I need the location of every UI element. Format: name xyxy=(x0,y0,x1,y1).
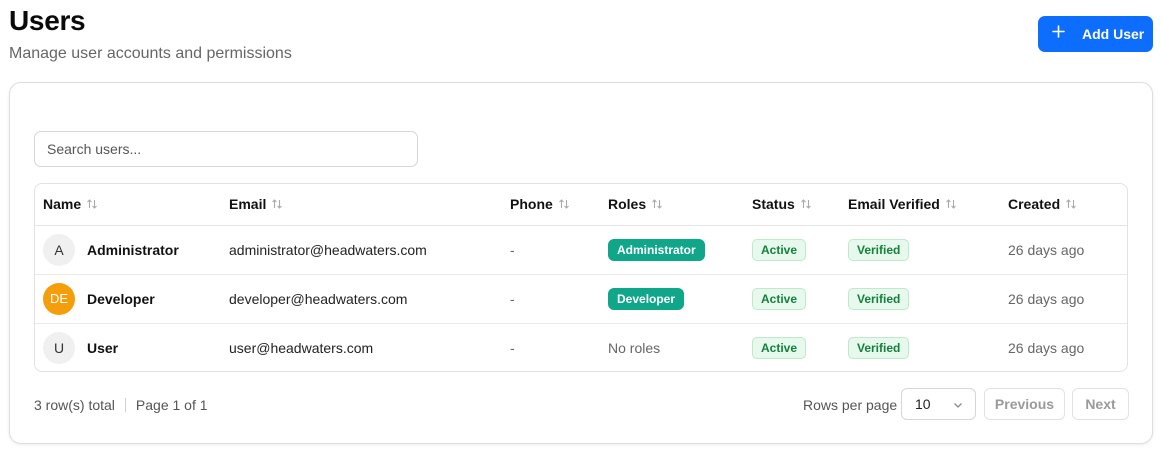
page-title: Users xyxy=(9,5,86,36)
column-header-created[interactable]: Created xyxy=(1008,184,1127,226)
user-name: Administrator xyxy=(87,241,179,258)
sort-icon xyxy=(558,199,569,210)
status-badge: Active xyxy=(752,238,807,261)
user-phone: - xyxy=(510,339,515,356)
previous-page-button[interactable]: Previous xyxy=(984,388,1065,420)
sort-icon xyxy=(800,199,811,210)
add-user-button[interactable]: Add User xyxy=(1038,16,1153,52)
search-input[interactable] xyxy=(34,131,418,167)
row-total: 3 row(s) total xyxy=(34,397,115,413)
verified-badge: Verified xyxy=(848,238,910,261)
user-email: user@headwaters.com xyxy=(229,339,374,356)
sort-icon xyxy=(1066,199,1077,210)
user-name: User xyxy=(87,339,119,356)
created-date: 26 days ago xyxy=(1008,274,1127,324)
page-subtitle: Manage user accounts and permissions xyxy=(9,45,292,62)
add-user-label: Add User xyxy=(1082,26,1145,42)
status-badge: Active xyxy=(752,287,807,310)
no-roles-text: No roles xyxy=(608,339,661,356)
sort-icon xyxy=(272,199,283,210)
user-phone: - xyxy=(510,225,608,275)
rows-per-page-select[interactable]: 10 xyxy=(901,388,976,420)
avatar: U xyxy=(43,331,75,364)
table-row[interactable]: A Administrator administrator@headwaters… xyxy=(35,225,1127,275)
plus-icon xyxy=(1052,25,1065,38)
status-badge: Active xyxy=(752,336,807,359)
sort-icon xyxy=(652,199,663,210)
table-row[interactable]: U User user@headwaters.com - No roles Ac… xyxy=(35,323,1127,371)
user-name: Developer xyxy=(87,290,155,307)
next-page-button[interactable]: Next xyxy=(1072,388,1129,420)
user-phone: - xyxy=(510,274,608,324)
divider xyxy=(124,398,126,412)
column-header-status[interactable]: Status xyxy=(752,184,848,226)
avatar: DE xyxy=(43,282,75,315)
created-date: 26 days ago xyxy=(1008,225,1127,275)
verified-badge: Verified xyxy=(848,336,910,359)
avatar: A xyxy=(43,233,75,266)
role-badge: Administrator xyxy=(608,238,705,261)
column-header-phone[interactable]: Phone xyxy=(510,184,608,226)
created-date: 26 days ago xyxy=(1008,339,1085,356)
rows-per-page-label: Rows per page xyxy=(803,397,898,413)
column-header-name[interactable]: Name xyxy=(35,184,229,226)
user-email: developer@headwaters.com xyxy=(229,274,510,324)
users-table: Name Email Phone Roles Status Email Veri… xyxy=(34,183,1128,372)
verified-badge: Verified xyxy=(848,287,910,310)
sort-icon xyxy=(945,199,956,210)
page-indicator: Page 1 of 1 xyxy=(135,397,208,413)
sort-icon xyxy=(87,199,98,210)
chevron-down-icon xyxy=(954,403,962,408)
users-card: Name Email Phone Roles xyxy=(9,82,1153,444)
column-header-email-verified[interactable]: Email Verified xyxy=(848,184,1008,226)
table-header-row: Name Email Phone Roles Status Email Veri… xyxy=(35,184,1127,226)
rows-per-page-value: 10 xyxy=(915,396,931,412)
column-header-roles[interactable]: Roles xyxy=(608,184,752,226)
column-header-email[interactable]: Email xyxy=(229,184,510,226)
role-badge: Developer xyxy=(608,287,685,310)
user-email: administrator@headwaters.com xyxy=(229,225,510,275)
table-row[interactable]: DE Developer developer@headwaters.com - … xyxy=(35,274,1127,324)
pagination-summary: 3 row(s) total Page 1 of 1 xyxy=(34,397,208,413)
